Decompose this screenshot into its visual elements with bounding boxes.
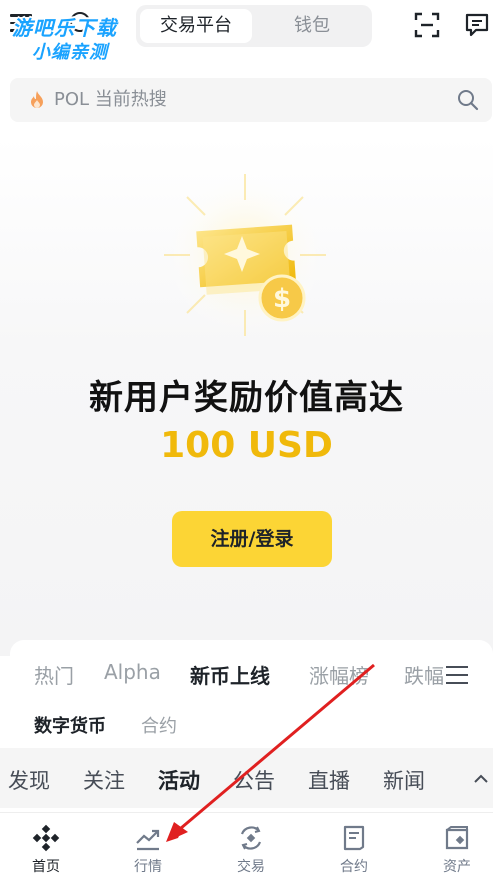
search-bar[interactable]: POL 当前热搜 — [10, 78, 492, 122]
search-placeholder: POL 当前热搜 — [54, 78, 167, 122]
feed-tab-news[interactable]: 新闻 — [383, 765, 425, 795]
scan-icon[interactable] — [414, 12, 440, 38]
feed-tab-discover[interactable]: 发现 — [8, 765, 50, 795]
nav-markets-label: 行情 — [134, 859, 162, 875]
feed-tab-events[interactable]: 活动 — [158, 765, 200, 795]
flame-icon — [31, 91, 43, 108]
search-hot-label: 当前热搜 — [94, 89, 167, 110]
message-icon[interactable] — [464, 12, 490, 38]
feed-tab-announcements[interactable]: 公告 — [233, 765, 275, 795]
tab-wallet[interactable]: 钱包 — [256, 9, 368, 43]
register-login-button[interactable]: 注册/登录 — [172, 511, 332, 567]
promo-headline: 新用户奖励价值高达 — [89, 378, 404, 418]
nav-markets[interactable]: 行情 — [113, 824, 183, 876]
market-tab-new-listing[interactable]: 新币上线 — [190, 660, 270, 689]
feed-tab-live[interactable]: 直播 — [308, 765, 350, 795]
watermark-line2: 小编亲测 — [32, 42, 108, 63]
nav-trade-label: 交易 — [237, 859, 265, 875]
watermark: 游吧乐下载 小编亲测 — [6, 8, 146, 63]
market-tab-losers[interactable]: 跌幅 — [404, 660, 444, 689]
svg-text:$: $ — [273, 284, 291, 314]
trade-swap-icon — [240, 826, 262, 850]
nav-assets-label: 资产 — [443, 859, 471, 875]
search-hot-coin: POL — [54, 89, 90, 110]
tab-exchange[interactable]: 交易平台 — [140, 9, 252, 43]
search-icon[interactable] — [456, 88, 480, 112]
nav-assets[interactable]: 资产 — [422, 824, 492, 876]
nav-home-label: 首页 — [32, 859, 60, 875]
feed-tab-following[interactable]: 关注 — [83, 765, 125, 795]
market-tab-gainers[interactable]: 涨幅榜 — [309, 660, 369, 689]
watermark-line1: 游吧乐下载 — [12, 16, 117, 40]
market-tab-alpha[interactable]: Alpha — [104, 660, 161, 684]
tabs-menu-icon[interactable] — [446, 666, 468, 684]
chevron-up-icon[interactable] — [472, 770, 490, 788]
subtab-futures[interactable]: 合约 — [141, 712, 177, 738]
subtab-crypto[interactable]: 数字货币 — [34, 712, 106, 738]
promo-amount: 100 USD — [160, 425, 333, 466]
home-logo-icon — [32, 824, 60, 852]
futures-doc-icon — [343, 825, 365, 851]
assets-wallet-icon — [445, 826, 469, 850]
reward-ticket-icon: $ — [163, 173, 327, 337]
markets-chart-icon — [136, 829, 160, 851]
nav-futures[interactable]: 合约 — [319, 824, 389, 876]
market-tab-hot[interactable]: 热门 — [34, 660, 74, 689]
nav-home[interactable]: 首页 — [11, 824, 81, 876]
nav-futures-label: 合约 — [340, 859, 368, 875]
nav-trade[interactable]: 交易 — [216, 824, 286, 876]
